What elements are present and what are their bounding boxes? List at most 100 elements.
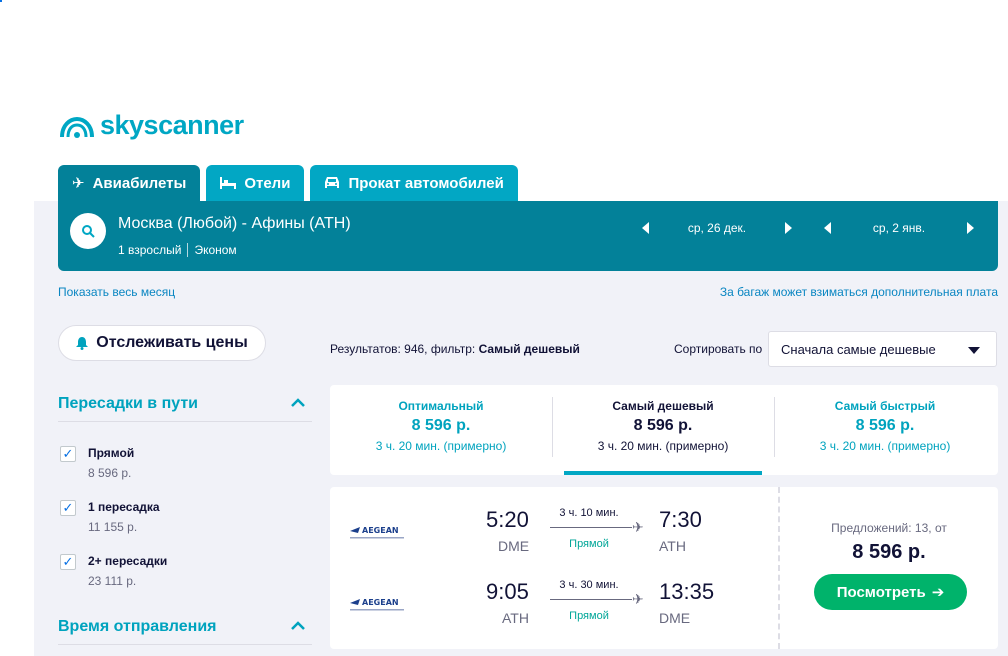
ticket-divider bbox=[778, 487, 780, 649]
sort-tabs: Оптимальный 8 596 р. 3 ч. 20 мин. (приме… bbox=[330, 385, 998, 475]
logo-text: skyscanner bbox=[100, 110, 244, 140]
departure-time: 9:05 bbox=[486, 579, 529, 604]
route-line bbox=[550, 527, 632, 528]
prev-date-icon[interactable] bbox=[824, 222, 831, 234]
arrow-right-icon: ➔ bbox=[931, 584, 945, 601]
arrival-airport: ATH bbox=[659, 538, 686, 554]
flight-duration: 3 ч. 30 мин. bbox=[559, 579, 619, 591]
return-leg: AEGEAN 9:05 ATH 3 ч. 30 мин. ✈ Прямой 13… bbox=[330, 575, 778, 635]
route-text[interactable]: Москва (Любой) - Афины (ATH) bbox=[118, 215, 351, 233]
return-date-picker: ср, 2 янв. bbox=[824, 221, 974, 235]
view-deal-button[interactable]: Посмотреть ➔ bbox=[814, 574, 967, 610]
bed-icon bbox=[220, 177, 237, 189]
arrival-airport: DME bbox=[659, 610, 691, 626]
stops-filter-header[interactable]: Пересадки в пути bbox=[58, 395, 312, 413]
stop-price: 8 596 р. bbox=[88, 466, 132, 480]
outbound-leg: AEGEAN 5:20 DME 3 ч. 10 мин. ✈ Прямой 7:… bbox=[330, 503, 778, 563]
stop-label: Прямой bbox=[88, 446, 135, 460]
car-icon bbox=[325, 177, 340, 188]
results-summary: Результатов: 946, фильтр: Самый дешевый bbox=[330, 342, 580, 356]
sort-tab-title: Самый дешевый bbox=[612, 399, 714, 413]
track-prices-label: Отслеживать цены bbox=[96, 334, 248, 351]
plane-icon: ✈ bbox=[632, 519, 644, 535]
svg-text:AEGEAN: AEGEAN bbox=[362, 526, 399, 535]
ticket-price: 8 596 р. bbox=[852, 541, 926, 563]
tab-hotels[interactable]: Отели bbox=[206, 165, 305, 201]
sort-label: Сортировать по bbox=[674, 342, 763, 356]
tab-car-hire[interactable]: Прокат автомобилей bbox=[310, 165, 518, 201]
plane-icon: ✈ bbox=[72, 175, 85, 192]
stop-label: 1 пересадка bbox=[88, 500, 160, 514]
stop-price: 23 111 р. bbox=[88, 574, 137, 588]
sort-tab-duration: 3 ч. 20 мин. (примерно) bbox=[597, 439, 729, 453]
tab-fastest[interactable]: Самый быстрый 8 596 р. 3 ч. 20 мин. (при… bbox=[774, 385, 996, 475]
sort-tab-price: 8 596 р. bbox=[633, 417, 693, 434]
stops-label: Прямой bbox=[569, 610, 609, 622]
stops-label: Прямой bbox=[569, 538, 609, 550]
departure-airport: DME bbox=[498, 538, 530, 554]
tab-flights[interactable]: ✈ Авиабилеты bbox=[58, 165, 201, 201]
skyscanner-logo[interactable]: skyscanner bbox=[58, 110, 244, 141]
flight-duration: 3 ч. 10 мин. bbox=[559, 507, 619, 519]
search-icon bbox=[82, 225, 95, 238]
passenger-info[interactable]: 1 взрослый Эконом bbox=[118, 243, 237, 257]
sort-value: Сначала самые дешевые bbox=[781, 342, 936, 357]
checkbox[interactable]: ✓ bbox=[60, 500, 76, 516]
sunrise-logo-icon bbox=[60, 116, 94, 138]
departure-filter-title: Время отправления bbox=[58, 618, 217, 635]
depart-date[interactable]: ср, 26 дек. bbox=[688, 221, 746, 235]
departure-filter-header[interactable]: Время отправления bbox=[58, 618, 312, 636]
sort-tab-title: Оптимальный bbox=[398, 399, 484, 413]
arrival-time: 13:35 bbox=[659, 579, 715, 604]
aegean-logo-icon: AEGEAN bbox=[350, 598, 404, 611]
show-month-link[interactable]: Показать весь месяц bbox=[58, 285, 175, 299]
cabin-class: Эконом bbox=[187, 243, 237, 257]
divider bbox=[58, 421, 312, 422]
chevron-up-icon[interactable] bbox=[290, 398, 306, 408]
departure-time: 5:20 bbox=[486, 507, 529, 532]
corner-dot bbox=[0, 0, 2, 2]
svg-text:AEGEAN: AEGEAN bbox=[362, 598, 399, 607]
active-filter: Самый дешевый bbox=[478, 342, 580, 356]
stops-filter-title: Пересадки в пути bbox=[58, 395, 199, 412]
prev-date-icon[interactable] bbox=[642, 222, 649, 234]
next-date-icon[interactable] bbox=[784, 222, 792, 234]
sort-select[interactable]: Сначала самые дешевые bbox=[768, 331, 997, 367]
sort-tab-duration: 3 ч. 20 мин. (примерно) bbox=[819, 439, 951, 453]
checkbox[interactable]: ✓ bbox=[60, 554, 76, 570]
track-prices-button[interactable]: Отслеживать цены bbox=[58, 325, 266, 361]
next-date-icon[interactable] bbox=[967, 222, 974, 234]
offers-count: Предложений: 13, от bbox=[831, 521, 947, 535]
baggage-note-link[interactable]: За багаж может взиматься дополнительная … bbox=[720, 285, 998, 299]
depart-date-picker: ср, 26 дек. bbox=[642, 221, 792, 235]
view-deal-label: Посмотреть bbox=[836, 583, 926, 601]
sort-tab-price: 8 596 р. bbox=[855, 417, 915, 434]
tab-cheapest[interactable]: Самый дешевый 8 596 р. 3 ч. 20 мин. (при… bbox=[552, 385, 774, 475]
dropdown-arrow-icon bbox=[968, 347, 980, 354]
chevron-up-icon[interactable] bbox=[290, 621, 306, 631]
passengers: 1 взрослый bbox=[118, 243, 182, 257]
checkbox[interactable]: ✓ bbox=[60, 446, 76, 462]
flight-ticket[interactable]: AEGEAN 5:20 DME 3 ч. 10 мин. ✈ Прямой 7:… bbox=[330, 487, 998, 649]
tab-best[interactable]: Оптимальный 8 596 р. 3 ч. 20 мин. (приме… bbox=[330, 385, 552, 475]
search-summary-bar: Москва (Любой) - Афины (ATH) 1 взрослый … bbox=[58, 201, 998, 271]
product-tabs: ✈ Авиабилеты Отели Прокат автомобилей bbox=[58, 165, 518, 201]
stop-label: 2+ пересадки bbox=[88, 554, 168, 568]
return-date[interactable]: ср, 2 янв. bbox=[873, 221, 925, 235]
aegean-logo-icon: AEGEAN bbox=[350, 526, 404, 539]
arrival-time: 7:30 bbox=[659, 507, 702, 532]
sort-tab-duration: 3 ч. 20 мин. (примерно) bbox=[375, 439, 507, 453]
tab-label: Отели bbox=[244, 174, 291, 192]
active-tab-indicator bbox=[564, 471, 762, 475]
tab-label: Прокат автомобилей bbox=[348, 174, 504, 192]
plane-icon: ✈ bbox=[632, 591, 644, 607]
divider bbox=[58, 644, 312, 645]
stop-price: 11 155 р. bbox=[88, 520, 138, 534]
results-count: Результатов: 946, фильтр: bbox=[330, 342, 479, 356]
bell-icon bbox=[76, 337, 89, 350]
search-button[interactable] bbox=[70, 213, 106, 249]
sort-tab-title: Самый быстрый bbox=[834, 399, 936, 413]
sort-tab-price: 8 596 р. bbox=[411, 417, 471, 434]
tab-label: Авиабилеты bbox=[92, 174, 187, 192]
departure-airport: ATH bbox=[502, 610, 529, 626]
